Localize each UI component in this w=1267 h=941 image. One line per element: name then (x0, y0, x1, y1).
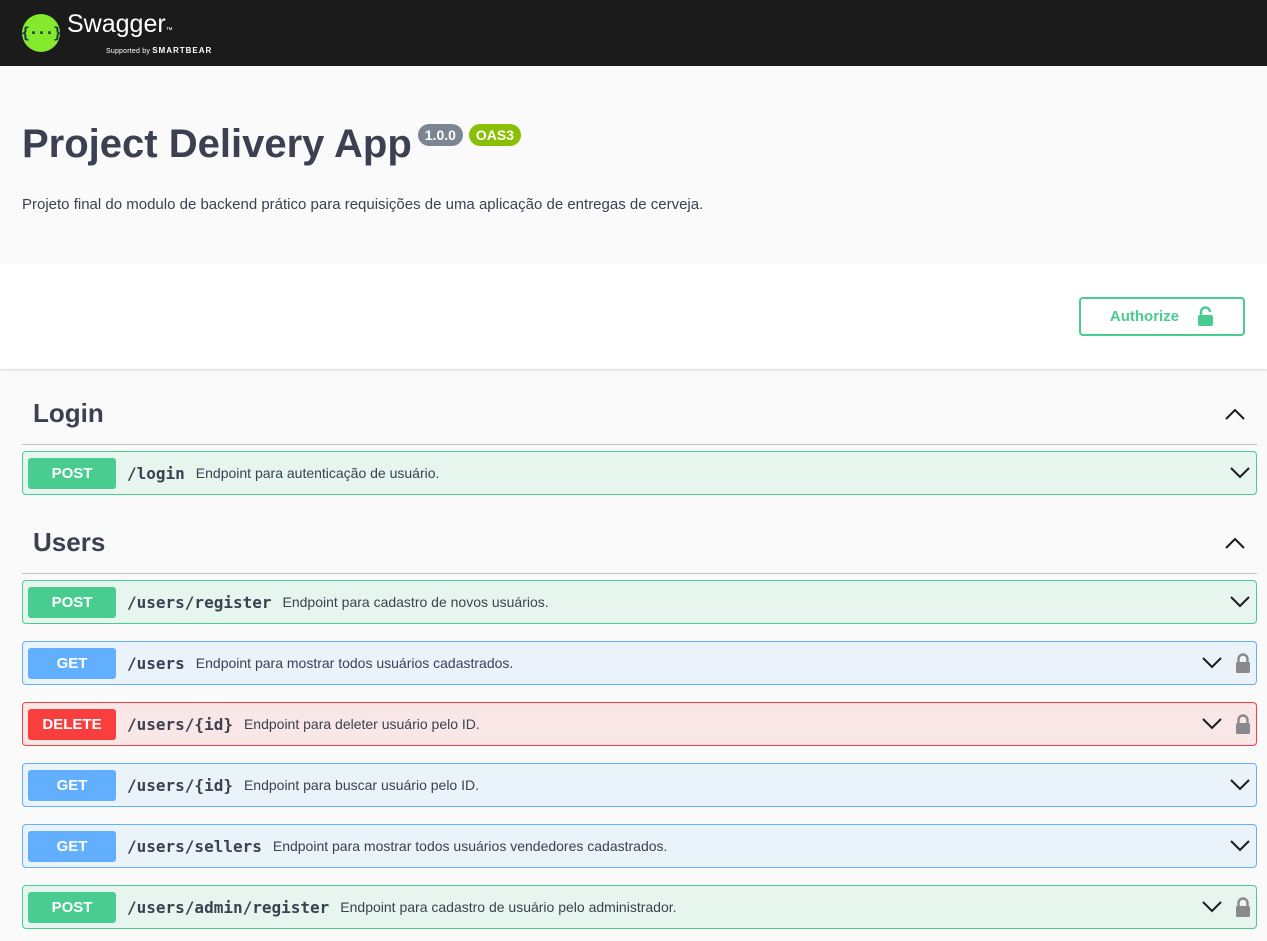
operation-path: /users/{id} (127, 714, 233, 734)
operation-controls (1201, 714, 1251, 734)
tag-section-users: Users POST/users/register Endpoint para ca… (22, 512, 1257, 929)
operation-get[interactable]: GET/users/{id} Endpoint para buscar usuár… (22, 763, 1257, 807)
operation-controls (1201, 653, 1251, 673)
operation-summary: Endpoint para cadastro de novos usuários… (282, 594, 549, 610)
method-badge: POST (28, 586, 116, 618)
oas-badge: OAS3 (468, 124, 522, 146)
logo-brand: Swagger™ (67, 11, 212, 44)
operation-path: /users (127, 653, 185, 673)
tag-section-login: Login POST/login Endpoint para autenticaçã… (22, 383, 1257, 495)
operation-controls (1229, 839, 1251, 853)
swagger-logo[interactable]: {···} Swagger™ Supported by SMARTBEAR (21, 11, 212, 55)
operation-summary: Endpoint para deleter usuário pelo ID. (243, 716, 480, 732)
operation-post[interactable]: POST/users/admin/register Endpoint para c… (22, 885, 1257, 929)
operation-controls (1201, 897, 1251, 917)
api-title: Project Delivery App (22, 122, 412, 166)
method-badge: POST (28, 457, 116, 489)
operation-summary: Endpoint para buscar usuário pelo ID. (243, 777, 480, 793)
authorize-button[interactable]: Authorize (1079, 296, 1245, 336)
chevron-down-icon[interactable] (1229, 466, 1251, 480)
operation-path: /users/register (127, 592, 272, 612)
chevron-down-icon[interactable] (1201, 656, 1223, 670)
operation-controls (1229, 778, 1251, 792)
supported-by-text: Supported by (106, 48, 151, 55)
tag-header-login[interactable]: Login (22, 383, 1257, 445)
operation-controls (1229, 466, 1251, 480)
chevron-down-icon[interactable] (1201, 900, 1223, 914)
tag-title: Users (33, 527, 106, 557)
api-info: Project Delivery App 1.0.0 OAS3 Projeto … (0, 66, 1267, 263)
operation-post[interactable]: POST/login Endpoint para autenticação de … (22, 451, 1257, 495)
operation-get[interactable]: GET/users/sellers Endpoint para mostrar t… (22, 824, 1257, 868)
tag-header-users[interactable]: Users (22, 512, 1257, 574)
method-badge: DELETE (28, 708, 116, 740)
swagger-logo-icon: {···} (21, 14, 62, 52)
title-row: Project Delivery App 1.0.0 OAS3 (22, 122, 1245, 166)
chevron-down-icon[interactable] (1229, 778, 1251, 792)
authorize-label: Authorize (1109, 307, 1180, 325)
scheme-container: Authorize (0, 263, 1267, 369)
topbar: {···} Swagger™ Supported by SMARTBEAR (0, 0, 1267, 66)
logo-text: Swagger™ Supported by SMARTBEAR (67, 11, 212, 55)
method-badge: POST (28, 891, 116, 923)
operation-path: /login (127, 463, 185, 483)
operation-summary: Endpoint para mostrar todos usuários ven… (272, 838, 668, 854)
method-badge: GET (28, 647, 116, 679)
chevron-up-icon[interactable] (1224, 536, 1246, 550)
logo-brand-name: Swagger (67, 10, 166, 38)
operation-controls (1229, 595, 1251, 609)
operations-list: POST/login Endpoint para autenticação de … (22, 445, 1257, 495)
unlock-icon (1198, 306, 1214, 326)
operation-path: /users/admin/register (127, 897, 330, 917)
lock-icon[interactable] (1235, 714, 1251, 734)
operation-summary: Endpoint para mostrar todos usuários cad… (195, 655, 514, 671)
chevron-down-icon[interactable] (1201, 717, 1223, 731)
chevron-down-icon[interactable] (1229, 839, 1251, 853)
method-badge: GET (28, 769, 116, 801)
smartbear-text: SMARTBEAR (152, 46, 213, 55)
operation-path: /users/sellers (127, 836, 262, 856)
operation-delete[interactable]: DELETE/users/{id} Endpoint para deleter u… (22, 702, 1257, 746)
logo-supported-by: Supported by SMARTBEAR (106, 46, 212, 55)
chevron-up-icon[interactable] (1224, 407, 1246, 421)
operation-post[interactable]: POST/users/register Endpoint para cadastr… (22, 580, 1257, 624)
api-description: Projeto final do modulo de backend práti… (22, 196, 704, 213)
operation-summary: Endpoint para cadastro de usuário pelo a… (340, 899, 677, 915)
operation-get[interactable]: GET/users Endpoint para mostrar todos usu… (22, 641, 1257, 685)
chevron-down-icon[interactable] (1229, 595, 1251, 609)
version-badge: 1.0.0 (417, 124, 463, 146)
tag-title: Login (33, 398, 104, 428)
lock-icon[interactable] (1235, 653, 1251, 673)
method-badge: GET (28, 830, 116, 862)
operation-summary: Endpoint para autenticação de usuário. (195, 465, 440, 481)
lock-icon[interactable] (1235, 897, 1251, 917)
operations-list: POST/users/register Endpoint para cadastr… (22, 574, 1257, 929)
operation-path: /users/{id} (127, 775, 233, 795)
operations-container: Login POST/login Endpoint para autenticaçã… (0, 369, 1267, 929)
logo-trademark: ™ (165, 27, 173, 34)
